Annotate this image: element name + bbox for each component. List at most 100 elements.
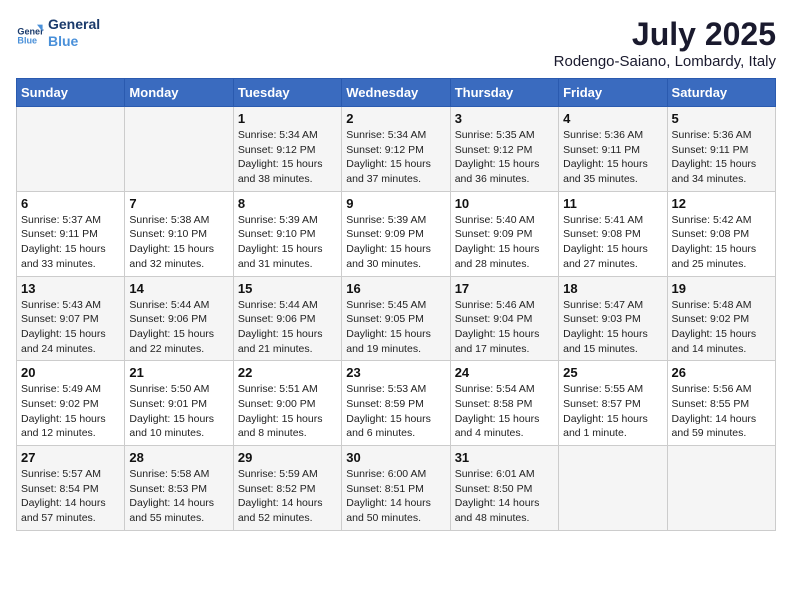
calendar-cell: 4Sunrise: 5:36 AM Sunset: 9:11 PM Daylig… (559, 107, 667, 192)
calendar-cell: 27 Sunrise: 5:57 AM Sunset: 8:54 PM Dayli… (17, 446, 125, 531)
day-info: Sunrise: 5:48 AM Sunset: 9:02 PM Dayligh… (672, 298, 771, 357)
day-info: Sunrise: 5:36 AM Sunset: 9:11 PM Dayligh… (672, 128, 771, 187)
calendar-week-row: 6Sunrise: 5:37 AM Sunset: 9:11 PM Daylig… (17, 191, 776, 276)
day-info: Sunrise: 5:57 AM Sunset: 8:54 PM Dayligh… (21, 467, 120, 526)
calendar-cell: 18 Sunrise: 5:47 AM Sunset: 9:03 PM Dayli… (559, 276, 667, 361)
calendar-cell: 24 Sunrise: 5:54 AM Sunset: 8:58 PM Dayli… (450, 361, 558, 446)
calendar-cell: 8 Sunrise: 5:39 AM Sunset: 9:10 PM Daylig… (233, 191, 341, 276)
day-info: Sunrise: 5:34 AM Sunset: 9:12 PM Dayligh… (346, 128, 445, 187)
day-number: 2 (346, 111, 445, 126)
calendar-week-row: 20 Sunrise: 5:49 AM Sunset: 9:02 PM Dayli… (17, 361, 776, 446)
calendar-cell: 21Sunrise: 5:50 AM Sunset: 9:01 PM Dayli… (125, 361, 233, 446)
day-number: 17 (455, 281, 554, 296)
day-info: Sunrise: 5:51 AM Sunset: 9:00 PM Dayligh… (238, 382, 337, 441)
calendar-cell: 6Sunrise: 5:37 AM Sunset: 9:11 PM Daylig… (17, 191, 125, 276)
calendar-cell: 7 Sunrise: 5:38 AM Sunset: 9:10 PM Daylig… (125, 191, 233, 276)
day-number: 24 (455, 365, 554, 380)
day-info: Sunrise: 6:00 AM Sunset: 8:51 PM Dayligh… (346, 467, 445, 526)
calendar-cell: 29 Sunrise: 5:59 AM Sunset: 8:52 PM Dayli… (233, 446, 341, 531)
day-info: Sunrise: 5:54 AM Sunset: 8:58 PM Dayligh… (455, 382, 554, 441)
day-info: Sunrise: 5:46 AM Sunset: 9:04 PM Dayligh… (455, 298, 554, 357)
day-number: 9 (346, 196, 445, 211)
calendar-week-row: 1 Sunrise: 5:34 AM Sunset: 9:12 PM Daylig… (17, 107, 776, 192)
page-header: General Blue General Blue July 2025 Rode… (16, 16, 776, 70)
calendar-cell: 19 Sunrise: 5:48 AM Sunset: 9:02 PM Dayli… (667, 276, 775, 361)
day-info: Sunrise: 5:49 AM Sunset: 9:02 PM Dayligh… (21, 382, 120, 441)
svg-text:Blue: Blue (17, 35, 37, 45)
day-info: Sunrise: 5:41 AM Sunset: 9:08 PM Dayligh… (563, 213, 662, 272)
day-info: Sunrise: 5:34 AM Sunset: 9:12 PM Dayligh… (238, 128, 337, 187)
day-number: 25 (563, 365, 662, 380)
day-info: Sunrise: 5:35 AM Sunset: 9:12 PM Dayligh… (455, 128, 554, 187)
logo-line1: General (48, 16, 100, 33)
day-number: 29 (238, 450, 337, 465)
day-info: Sunrise: 5:53 AM Sunset: 8:59 PM Dayligh… (346, 382, 445, 441)
weekday-header: Tuesday (233, 79, 341, 107)
month-title: July 2025 (554, 16, 776, 53)
day-number: 8 (238, 196, 337, 211)
day-info: Sunrise: 5:59 AM Sunset: 8:52 PM Dayligh… (238, 467, 337, 526)
location-title: Rodengo-Saiano, Lombardy, Italy (554, 53, 776, 70)
day-number: 19 (672, 281, 771, 296)
day-info: Sunrise: 5:45 AM Sunset: 9:05 PM Dayligh… (346, 298, 445, 357)
day-info: Sunrise: 5:44 AM Sunset: 9:06 PM Dayligh… (129, 298, 228, 357)
day-number: 1 (238, 111, 337, 126)
day-number: 18 (563, 281, 662, 296)
day-number: 12 (672, 196, 771, 211)
calendar-cell: 13Sunrise: 5:43 AM Sunset: 9:07 PM Dayli… (17, 276, 125, 361)
calendar-cell: 28 Sunrise: 5:58 AM Sunset: 8:53 PM Dayli… (125, 446, 233, 531)
weekday-header: Friday (559, 79, 667, 107)
day-number: 7 (129, 196, 228, 211)
day-number: 28 (129, 450, 228, 465)
calendar-cell: 17 Sunrise: 5:46 AM Sunset: 9:04 PM Dayli… (450, 276, 558, 361)
day-info: Sunrise: 5:39 AM Sunset: 9:09 PM Dayligh… (346, 213, 445, 272)
weekday-header: Sunday (17, 79, 125, 107)
day-info: Sunrise: 5:55 AM Sunset: 8:57 PM Dayligh… (563, 382, 662, 441)
day-info: Sunrise: 5:38 AM Sunset: 9:10 PM Dayligh… (129, 213, 228, 272)
calendar-cell: 3Sunrise: 5:35 AM Sunset: 9:12 PM Daylig… (450, 107, 558, 192)
day-info: Sunrise: 5:42 AM Sunset: 9:08 PM Dayligh… (672, 213, 771, 272)
weekday-header: Saturday (667, 79, 775, 107)
day-number: 22 (238, 365, 337, 380)
day-number: 21 (129, 365, 228, 380)
day-number: 5 (672, 111, 771, 126)
day-info: Sunrise: 5:37 AM Sunset: 9:11 PM Dayligh… (21, 213, 120, 272)
calendar-cell (125, 107, 233, 192)
calendar-cell (559, 446, 667, 531)
calendar-week-row: 27 Sunrise: 5:57 AM Sunset: 8:54 PM Dayli… (17, 446, 776, 531)
calendar-cell: 12 Sunrise: 5:42 AM Sunset: 9:08 PM Dayli… (667, 191, 775, 276)
calendar-cell: 23 Sunrise: 5:53 AM Sunset: 8:59 PM Dayli… (342, 361, 450, 446)
day-number: 4 (563, 111, 662, 126)
calendar-cell: 30Sunrise: 6:00 AM Sunset: 8:51 PM Dayli… (342, 446, 450, 531)
day-number: 20 (21, 365, 120, 380)
calendar-cell: 9 Sunrise: 5:39 AM Sunset: 9:09 PM Daylig… (342, 191, 450, 276)
calendar-week-row: 13Sunrise: 5:43 AM Sunset: 9:07 PM Dayli… (17, 276, 776, 361)
calendar-cell: 31 Sunrise: 6:01 AM Sunset: 8:50 PM Dayli… (450, 446, 558, 531)
calendar-cell: 11 Sunrise: 5:41 AM Sunset: 9:08 PM Dayli… (559, 191, 667, 276)
calendar-cell: 20 Sunrise: 5:49 AM Sunset: 9:02 PM Dayli… (17, 361, 125, 446)
calendar-cell (17, 107, 125, 192)
day-info: Sunrise: 5:58 AM Sunset: 8:53 PM Dayligh… (129, 467, 228, 526)
day-info: Sunrise: 5:47 AM Sunset: 9:03 PM Dayligh… (563, 298, 662, 357)
day-number: 27 (21, 450, 120, 465)
day-number: 31 (455, 450, 554, 465)
calendar-header-row: SundayMondayTuesdayWednesdayThursdayFrid… (17, 79, 776, 107)
day-info: Sunrise: 5:44 AM Sunset: 9:06 PM Dayligh… (238, 298, 337, 357)
day-number: 10 (455, 196, 554, 211)
calendar-cell: 15Sunrise: 5:44 AM Sunset: 9:06 PM Dayli… (233, 276, 341, 361)
weekday-header: Wednesday (342, 79, 450, 107)
weekday-header: Thursday (450, 79, 558, 107)
title-block: July 2025 Rodengo-Saiano, Lombardy, Ital… (554, 16, 776, 70)
day-number: 13 (21, 281, 120, 296)
day-info: Sunrise: 5:39 AM Sunset: 9:10 PM Dayligh… (238, 213, 337, 272)
day-info: Sunrise: 5:40 AM Sunset: 9:09 PM Dayligh… (455, 213, 554, 272)
day-number: 11 (563, 196, 662, 211)
logo: General Blue General Blue (16, 16, 100, 50)
day-number: 26 (672, 365, 771, 380)
calendar-cell: 5 Sunrise: 5:36 AM Sunset: 9:11 PM Daylig… (667, 107, 775, 192)
calendar-cell: 14Sunrise: 5:44 AM Sunset: 9:06 PM Dayli… (125, 276, 233, 361)
day-info: Sunrise: 6:01 AM Sunset: 8:50 PM Dayligh… (455, 467, 554, 526)
logo-line2: Blue (48, 33, 100, 50)
day-number: 23 (346, 365, 445, 380)
calendar-cell: 26Sunrise: 5:56 AM Sunset: 8:55 PM Dayli… (667, 361, 775, 446)
